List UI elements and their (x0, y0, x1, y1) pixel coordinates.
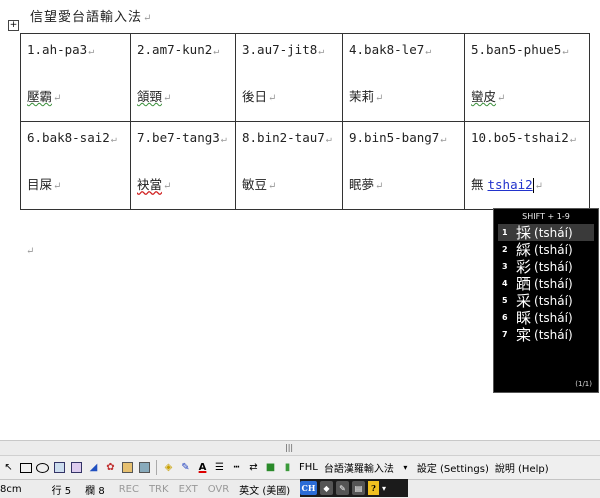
table-cell-active[interactable]: 10.bo5-tshai2↵ 無 tshai2 ↵ (464, 121, 590, 210)
status-trk[interactable]: TRK (149, 484, 169, 495)
paragraph-mark: ↵ (26, 246, 35, 257)
table-cell[interactable]: 9.bin5-bang7↵ 眠夢↵ (342, 121, 465, 210)
select-arrow-icon[interactable]: ↖ (2, 461, 15, 474)
vocabulary-table: 1.ah-pa3↵ 壓霸↵ 2.am7-kun2↵ 頷頸↵ 3.au7-jit8… (20, 33, 590, 210)
status-rec[interactable]: REC (119, 484, 139, 495)
table-cell[interactable]: 8.bin2-tau7↵ 敏豆↵ (235, 121, 343, 210)
table-move-handle[interactable]: + (8, 20, 19, 31)
ime-candidate[interactable]: 5 采 (tsháí) (494, 292, 598, 310)
language-bar: CH ◆ ✎ ▤ ? ▾ (300, 479, 408, 497)
cell-hanzi: 頷頸 (137, 89, 163, 104)
splitter-grip[interactable]: ||| (285, 443, 293, 452)
ime-page-indicator: (1/1) (575, 380, 592, 388)
table-cell[interactable]: 2.am7-kun2↵ 頷頸↵ (130, 33, 236, 122)
pen-icon[interactable]: ✎ (336, 481, 349, 495)
diagram-icon[interactable]: ✿ (104, 461, 117, 474)
paragraph-mark: ↵ (143, 13, 153, 24)
cell-romanization: 1.ah-pa3 (27, 42, 88, 57)
table-row: 6.bak8-sai2↵ 目屎↵ 7.be7-tang3↵ 袂當↵ 8.bin2… (20, 121, 590, 210)
vertical-text-box-icon[interactable] (70, 461, 83, 474)
status-line: 行 5 (51, 485, 72, 497)
ime-title-menu[interactable]: 台語漢羅輸入法 (324, 460, 394, 475)
settings-menu[interactable]: 設定 (Settings) (417, 460, 489, 475)
langbar-options-icon[interactable]: ▾ (382, 481, 386, 495)
cell-romanization: 4.bak8-le7 (349, 42, 425, 57)
cell-romanization: 6.bak8-sai2 (27, 130, 110, 145)
ime-icon[interactable]: ◆ (320, 481, 333, 495)
cell-romanization: 2.am7-kun2 (137, 42, 213, 57)
table-cell[interactable]: 1.ah-pa3↵ 壓霸↵ (20, 33, 131, 122)
cell-romanization: 5.ban5-phue5 (471, 42, 562, 57)
table-cell[interactable]: 7.be7-tang3↵ 袂當↵ (130, 121, 236, 210)
clip-art-icon[interactable] (121, 461, 134, 474)
rectangle-icon[interactable] (19, 461, 32, 474)
pane-splitter[interactable]: ||| (0, 440, 600, 455)
shadow-icon[interactable]: ■ (264, 461, 277, 474)
table-row: 1.ah-pa3↵ 壓霸↵ 2.am7-kun2↵ 頷頸↵ 3.au7-jit8… (20, 33, 590, 122)
help-icon[interactable]: ? (368, 481, 379, 495)
cell-romanization: 10.bo5-tshai2 (471, 130, 569, 145)
cell-hanzi: 無 (471, 177, 484, 192)
status-ext[interactable]: EXT (179, 484, 198, 495)
ime-candidate[interactable]: 1 採 (tsháí) (498, 224, 594, 242)
ime-candidate[interactable]: 6 睬 (tsháí) (494, 309, 598, 327)
cell-hanzi: 茉莉 (349, 89, 375, 104)
cell-romanization: 9.bin5-bang7 (349, 130, 440, 145)
cell-hanzi: 眠夢 (349, 177, 375, 192)
cell-hanzi: 敏豆 (242, 177, 268, 192)
cell-hanzi: 後日 (242, 89, 268, 104)
cell-hanzi: 蠻皮 (471, 89, 497, 104)
dash-style-icon[interactable]: ┅ (230, 461, 243, 474)
line-style-icon[interactable]: ☰ (213, 461, 226, 474)
ime-candidate[interactable]: 4 跴 (tsháí) (494, 275, 598, 293)
ime-candidate[interactable]: 2 綵 (tsháí) (494, 241, 598, 259)
status-column: 欄 8 (85, 485, 105, 497)
cell-romanization: 8.bin2-tau7 (242, 130, 325, 145)
composition-text: tshai2 (487, 177, 533, 192)
ime-shortcut-hint: SHIFT + 1-9 (522, 212, 570, 221)
ime-candidate-window: SHIFT + 1-9 1 採 (tsháí) 2 綵 (tsháí) 3 彩 (tsháí… (493, 208, 599, 393)
cell-romanization: 7.be7-tang3 (137, 130, 220, 145)
table-cell[interactable]: 3.au7-jit8↵ 後日↵ (235, 33, 343, 122)
wordart-icon[interactable]: ◢ (87, 461, 100, 474)
status-ovr[interactable]: OVR (208, 484, 229, 495)
status-position: 8cm (0, 483, 22, 495)
ellipse-icon[interactable] (36, 461, 49, 474)
arrow-style-icon[interactable]: ⇄ (247, 461, 260, 474)
font-color-icon[interactable]: A (196, 461, 209, 474)
input-mode-button[interactable]: CH (300, 481, 317, 495)
line-color-icon[interactable]: ✎ (179, 461, 192, 474)
keyboard-icon[interactable]: ▤ (352, 481, 365, 495)
cell-hanzi: 壓霸 (27, 89, 53, 104)
table-cell[interactable]: 6.bak8-sai2↵ 目屎↵ (20, 121, 131, 210)
cell-hanzi: 袂當 (137, 177, 163, 192)
document-title: 信望愛台語輸入法↵ (30, 10, 153, 25)
cell-romanization: 3.au7-jit8 (242, 42, 318, 57)
status-language[interactable]: 英文 (美國) (239, 482, 290, 497)
3d-style-icon[interactable]: ▮ (281, 461, 294, 474)
chevron-down-icon[interactable]: ▾ (399, 461, 412, 474)
table-cell[interactable]: 5.ban5-phue5↵ 蠻皮↵ (464, 33, 590, 122)
table-cell[interactable]: 4.bak8-le7↵ 茉莉↵ (342, 33, 465, 122)
text-caret (532, 178, 534, 193)
help-menu[interactable]: 說明 (Help) (495, 460, 549, 475)
picture-icon[interactable] (138, 461, 151, 474)
drawing-toolbar: ↖ ◢ ✿ ◈ ✎ A ☰ ┅ ⇄ ■ ▮ FHL 台語漢羅輸入法 ▾ 設定 (… (0, 455, 600, 479)
ime-candidate[interactable]: 3 彩 (tsháí) (494, 258, 598, 276)
ime-name-label: FHL (299, 462, 318, 473)
cell-hanzi: 目屎 (27, 177, 53, 192)
text-box-icon[interactable] (53, 461, 66, 474)
fill-color-icon[interactable]: ◈ (162, 461, 175, 474)
ime-candidate[interactable]: 7 寀 (tsháí) (494, 326, 598, 344)
